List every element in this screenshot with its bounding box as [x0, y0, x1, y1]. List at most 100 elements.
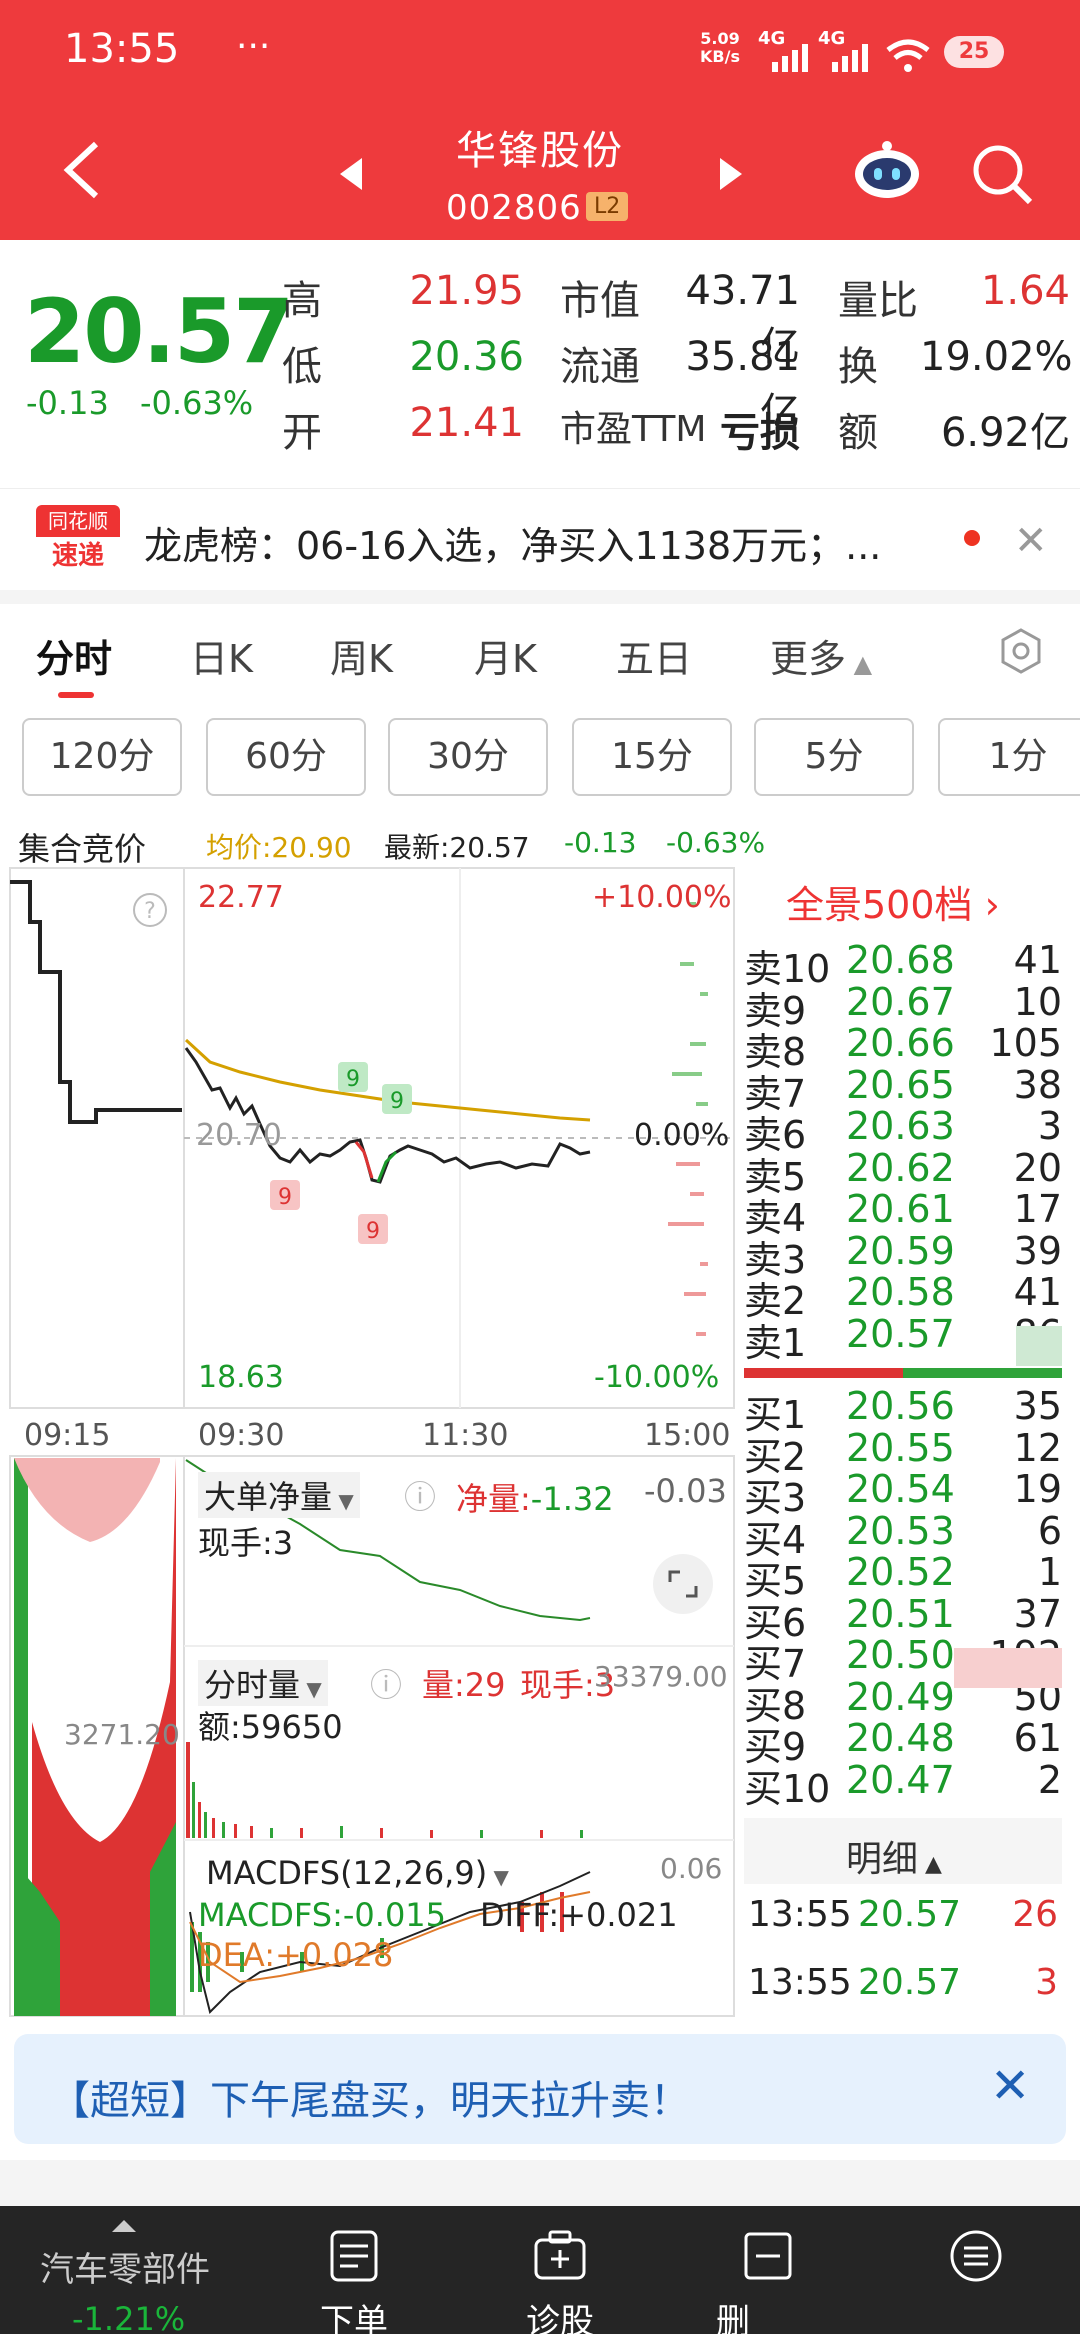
ask-price[interactable]: 20.57	[846, 1312, 955, 1356]
l2-badge[interactable]: L2	[586, 192, 629, 221]
section-divider-2	[0, 2160, 1080, 2206]
bid-volume: 19	[1013, 1467, 1062, 1511]
period-120m[interactable]: 120分	[22, 718, 182, 796]
pe-label: 市盈TTM	[560, 409, 707, 450]
unread-dot	[964, 530, 980, 546]
help-icon-sub1[interactable]: ⓘ	[404, 1472, 436, 1518]
tab-intraday[interactable]: 分时	[36, 628, 112, 683]
high-value: 21.95	[409, 268, 524, 314]
period-1m[interactable]: 1分	[938, 718, 1080, 796]
trade-time: 13:55	[748, 1894, 852, 1935]
period-15m[interactable]: 15分	[572, 718, 732, 796]
banner-close-icon[interactable]: ✕	[990, 2058, 1030, 2114]
current-hand: 现手:3	[198, 1524, 294, 1562]
tab-weekly-k[interactable]: 周K	[330, 628, 393, 683]
ask-volume: 41	[1013, 938, 1062, 982]
bid-price[interactable]: 20.54	[846, 1467, 955, 1511]
sell-signal-text: 9	[278, 1185, 292, 1210]
ask-volume: 39	[1013, 1228, 1062, 1273]
news-close-icon[interactable]: ✕	[1014, 518, 1048, 564]
intraday-chart[interactable]: 9 9 9 9 ?	[0, 862, 740, 2022]
sector-expand-icon[interactable]	[112, 2220, 136, 2232]
ask-price[interactable]: 20.66	[846, 1021, 955, 1065]
trade-detail-toggle[interactable]: 明细 ▲	[846, 1830, 942, 1882]
auction-volume-value: 3271.20	[64, 1718, 180, 1751]
delete-icon[interactable]	[740, 2228, 796, 2284]
bid-price[interactable]: 20.47	[846, 1758, 955, 1802]
tab-daily-k[interactable]: 日K	[190, 628, 253, 683]
indicator-select-volume[interactable]: 分时量 ▼	[198, 1660, 328, 1706]
tab-monthly-k[interactable]: 月K	[474, 628, 537, 683]
auction-price-line	[10, 880, 182, 1124]
help-icon-sub2[interactable]: ⓘ	[370, 1660, 402, 1706]
order-icon[interactable]	[326, 2228, 382, 2284]
sector-name[interactable]: 汽车零部件	[40, 2242, 210, 2291]
period-60m[interactable]: 60分	[206, 718, 366, 796]
last-price: 20.57	[24, 280, 294, 383]
net-volume-value: -1.32	[530, 1480, 614, 1518]
turnover-value: 19.02%	[920, 334, 1073, 380]
sell-signal-text-2: 9	[366, 1219, 380, 1244]
bid-price[interactable]: 20.48	[846, 1716, 955, 1760]
search-icon[interactable]	[970, 142, 1034, 206]
bid-price[interactable]: 20.52	[846, 1550, 955, 1594]
panorama-label: 全景500档	[786, 883, 973, 927]
bid-price[interactable]: 20.49	[846, 1675, 955, 1719]
net-volume: 净量:-1.32	[456, 1474, 614, 1520]
indicator-select-macd[interactable]: MACDFS(12,26,9) ▼	[206, 1854, 509, 1892]
settings-icon[interactable]	[998, 628, 1044, 674]
indicator-select-big-order[interactable]: 大单净量 ▼	[198, 1472, 360, 1518]
high-label: 高	[282, 278, 322, 324]
ask-price[interactable]: 20.68	[846, 938, 955, 982]
axis-top-pct: +10.00%	[592, 880, 732, 915]
dea-value: DEA:+0.028	[198, 1936, 394, 1974]
tab-more[interactable]: 更多 ▲	[770, 628, 872, 683]
panorama-500-link[interactable]: 全景500档 ›	[786, 874, 1000, 929]
ask-price[interactable]: 20.59	[846, 1229, 955, 1273]
float-label: 流通	[560, 344, 640, 390]
sub2-axis-value: 33379.00	[594, 1660, 728, 1693]
net-volume-label: 净量:	[456, 1480, 531, 1518]
bid-price[interactable]: 20.50	[846, 1633, 955, 1677]
bid-volume: 61	[1013, 1716, 1062, 1760]
wifi-icon	[886, 39, 930, 72]
expand-icon[interactable]	[648, 1552, 718, 1616]
bid-price[interactable]: 20.53	[846, 1509, 955, 1553]
diagnose-button[interactable]: 诊股	[526, 2294, 594, 2334]
indicator-name: 大单净量	[204, 1478, 333, 1516]
sub3-axis-value: 0.06	[660, 1852, 723, 1885]
diagnose-icon[interactable]	[532, 2228, 588, 2284]
bid-price[interactable]: 20.56	[846, 1384, 955, 1428]
ask-price[interactable]: 20.63	[846, 1104, 955, 1148]
battery-icon: 25	[944, 36, 1004, 68]
tab-five-day[interactable]: 五日	[616, 628, 692, 683]
bid-price[interactable]: 20.55	[846, 1426, 955, 1470]
ask-price[interactable]: 20.58	[846, 1270, 955, 1314]
ask-price[interactable]: 20.61	[846, 1187, 955, 1231]
buy-signal-text-2: 9	[390, 1089, 404, 1114]
order-button[interactable]: 下单	[320, 2294, 388, 2334]
delete-button[interactable]: 删	[716, 2294, 750, 2334]
bid-price[interactable]: 20.51	[846, 1592, 955, 1636]
time-label-0930: 09:30	[198, 1418, 285, 1453]
low-value: 20.36	[409, 334, 524, 380]
robot-assistant-icon[interactable]	[852, 140, 922, 200]
ask-price[interactable]: 20.65	[846, 1063, 955, 1107]
price-change: -0.13	[26, 384, 109, 422]
order-book-ratio-bar	[744, 1368, 1062, 1378]
sector-change: -1.21%	[72, 2300, 186, 2334]
trade-price: 20.57	[858, 1962, 962, 2003]
ask-price[interactable]: 20.67	[846, 980, 955, 1024]
amount-value: 6.92亿	[940, 410, 1070, 456]
next-stock-button[interactable]	[720, 158, 742, 190]
caret-up-icon: ▲	[846, 650, 873, 678]
stock-detail-screen: 13:55 ··· 5.09 KB/s 4G 4G 25 华锋股份 002806…	[0, 0, 1080, 2334]
period-30m[interactable]: 30分	[388, 718, 548, 796]
speed-value: 5.09	[700, 29, 740, 48]
period-5m[interactable]: 5分	[754, 718, 914, 796]
strategy-banner[interactable]: 【超短】下午尾盘买，明天拉升卖！ ✕	[14, 2034, 1066, 2144]
ask-price[interactable]: 20.62	[846, 1146, 955, 1190]
menu-icon[interactable]	[948, 2228, 1004, 2284]
bid-label: 买10	[744, 1766, 831, 1811]
news-ticker[interactable]: 同花顺 速递 龙虎榜：06-16入选，净买入1138万元；...	[0, 488, 1080, 588]
